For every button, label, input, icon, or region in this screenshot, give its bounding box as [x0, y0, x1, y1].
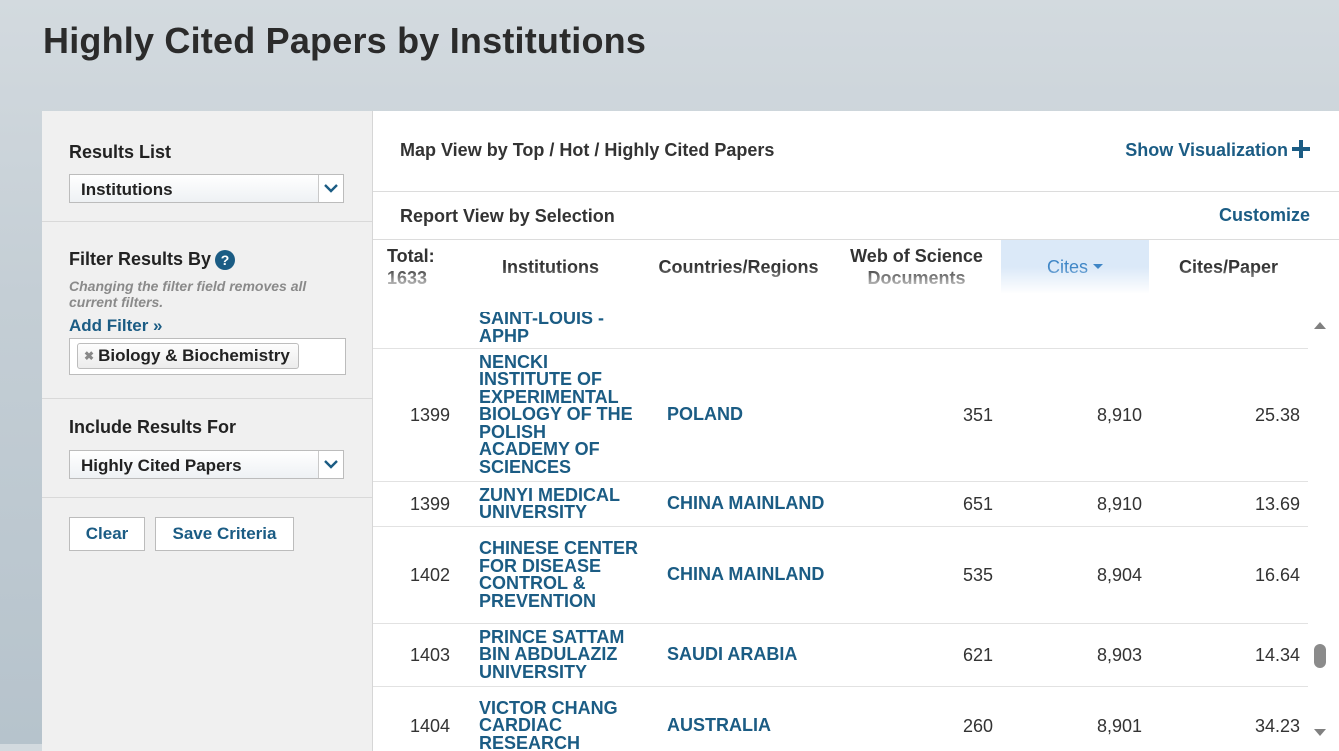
main-panel: Map View by Top / Hot / Highly Cited Pap… [373, 111, 1339, 751]
filter-note: Changing the filter field removes all cu… [69, 278, 307, 311]
cites-per-paper: 14.34 [1254, 644, 1300, 665]
sidebar: Results List Institutions Filter Results… [42, 111, 373, 751]
country-link[interactable]: CHINA MAINLAND [667, 482, 827, 526]
remove-filter-icon[interactable]: ✖ [84, 349, 94, 363]
wos-documents: 651 [962, 493, 993, 514]
total-count: Total: 1633 [373, 240, 457, 293]
filter-section: Filter Results By? Changing the filter f… [42, 222, 372, 399]
table-row[interactable]: 1399 NENCKI INSTITUTE OF EXPERIMENTAL BI… [373, 349, 1308, 482]
rank: 1399 [409, 493, 450, 514]
page-title: Highly Cited Papers by Institutions [43, 20, 647, 61]
col-wos-documents[interactable]: Web of Science Documents [833, 240, 1000, 293]
total-value: 1633 [387, 267, 428, 288]
table-row[interactable]: 1402 CHINESE CENTER FOR DISEASE CONTROL … [373, 527, 1308, 624]
country-link[interactable]: POLAND [667, 349, 827, 481]
rank: 1399 [409, 404, 450, 425]
rank: 1404 [409, 715, 450, 736]
map-view-header: Map View by Top / Hot / Highly Cited Pap… [373, 111, 1339, 192]
save-criteria-button[interactable]: Save Criteria [155, 517, 294, 551]
institution-link[interactable]: ZUNYI MEDICAL UNIVERSITY [479, 482, 639, 526]
cites: 8,910 [1096, 493, 1142, 514]
sort-desc-icon [1093, 264, 1103, 269]
country-link[interactable]: AUSTRALIA [667, 687, 827, 751]
rank: 1402 [409, 564, 450, 585]
col-cites-label: Cites [1046, 256, 1088, 277]
col-institutions[interactable]: Institutions [459, 240, 642, 293]
wos-documents: 535 [962, 564, 993, 585]
chevron-down-icon[interactable] [318, 175, 343, 202]
scroll-up-arrow[interactable] [1313, 320, 1327, 330]
institution-link[interactable]: CHINESE CENTER FOR DISEASE CONTROL & PRE… [479, 527, 639, 623]
wos-documents: 351 [962, 404, 993, 425]
results-list-select[interactable]: Institutions [69, 174, 344, 203]
include-section: Include Results For Highly Cited Papers [42, 399, 372, 498]
table-header: Total: 1633 Institutions Countries/Regio… [373, 240, 1308, 312]
active-filters-box[interactable]: ✖ Biology & Biochemistry [69, 338, 346, 376]
scrollbar-thumb[interactable] [1314, 644, 1326, 668]
country-link[interactable]: SAUDI ARABIA [667, 624, 827, 686]
report-view-title: Report View by Selection [400, 206, 615, 226]
show-visualization-link[interactable]: Show Visualization [1125, 140, 1310, 161]
results-list-value: Institutions [81, 180, 173, 199]
table-row[interactable]: 1404 VICTOR CHANG CARDIAC RESEARCH AUSTR… [373, 687, 1308, 751]
institution-link[interactable]: VICTOR CHANG CARDIAC RESEARCH [479, 687, 639, 751]
report-view-header: Report View by Selection Customize [373, 192, 1339, 240]
plus-icon [1292, 140, 1310, 158]
help-icon[interactable]: ? [215, 250, 236, 271]
cites-per-paper: 34.23 [1254, 715, 1300, 736]
filter-label-row: Filter Results By? [69, 222, 345, 271]
total-label: Total: [387, 245, 435, 266]
cites: 8,910 [1096, 404, 1142, 425]
country-link[interactable]: CHINA MAINLAND [667, 527, 827, 623]
col-countries[interactable]: Countries/Regions [645, 240, 832, 293]
institution-link[interactable]: NENCKI INSTITUTE OF EXPERIMENTAL BIOLOGY… [479, 349, 639, 481]
filter-label: Filter Results By [69, 249, 212, 269]
filter-chip[interactable]: ✖ Biology & Biochemistry [77, 343, 299, 370]
include-label: Include Results For [69, 417, 237, 437]
cites-per-paper: 25.38 [1254, 404, 1300, 425]
results-list-label: Results List [69, 142, 172, 162]
show-visualization-label: Show Visualization [1125, 140, 1288, 160]
include-value: Highly Cited Papers [81, 456, 242, 475]
filter-chip-label: Biology & Biochemistry [98, 346, 290, 366]
institution-link[interactable]: PRINCE SATTAM BIN ABDULAZIZ UNIVERSITY [479, 624, 639, 686]
cites: 8,904 [1096, 564, 1142, 585]
map-view-title: Map View by Top / Hot / Highly Cited Pap… [400, 140, 775, 160]
table-row[interactable]: 1399 ZUNYI MEDICAL UNIVERSITY CHINA MAIN… [373, 482, 1308, 527]
cites-per-paper: 13.69 [1254, 493, 1300, 514]
customize-link[interactable]: Customize [1219, 205, 1310, 226]
cites: 8,901 [1096, 715, 1142, 736]
table-row-partial[interactable]: SAINT-LOUIS - APHP [373, 312, 1308, 349]
col-cites[interactable]: Cites [1001, 240, 1149, 293]
table-body: SAINT-LOUIS - APHP 1399 NENCKI INSTITUTE… [373, 312, 1308, 751]
institution-link[interactable]: SAINT-LOUIS - APHP [479, 312, 639, 348]
wos-documents: 621 [962, 644, 993, 665]
col-cites-per-paper[interactable]: Cites/Paper [1150, 240, 1307, 293]
include-select[interactable]: Highly Cited Papers [69, 450, 344, 479]
results-list-section: Results List Institutions [42, 111, 372, 222]
add-filter-link[interactable]: Add Filter » [69, 316, 163, 336]
scroll-down-arrow[interactable] [1313, 728, 1327, 738]
table-row[interactable]: 1403 PRINCE SATTAM BIN ABDULAZIZ UNIVERS… [373, 624, 1308, 687]
cites: 8,903 [1096, 644, 1142, 665]
chevron-down-icon[interactable] [318, 451, 343, 478]
wos-documents: 260 [962, 715, 993, 736]
clear-button[interactable]: Clear [69, 517, 145, 551]
rank: 1403 [409, 644, 450, 665]
cites-per-paper: 16.64 [1254, 564, 1300, 585]
